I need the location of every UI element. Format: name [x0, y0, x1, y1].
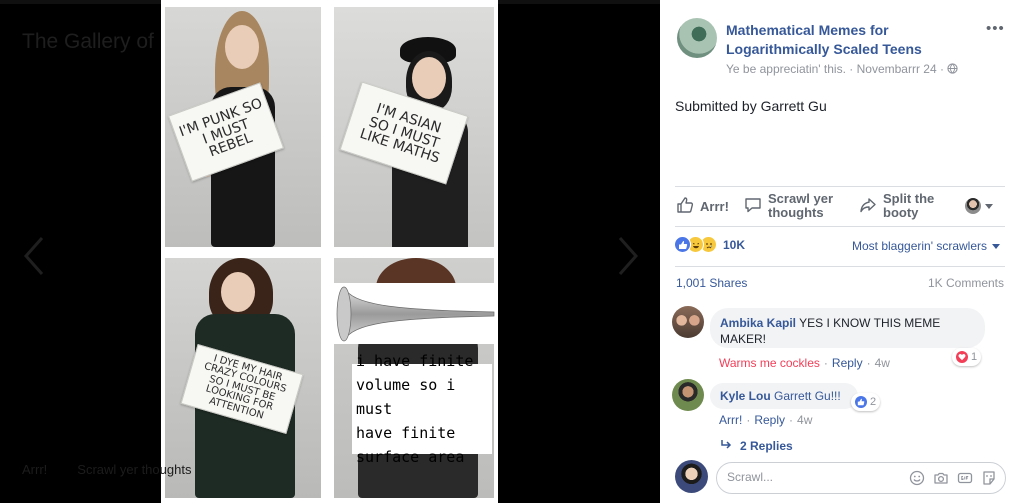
meme-panel-punk: I'M PUNK SO I MUST REBEL — [165, 7, 321, 247]
like-button[interactable]: Arrr! — [676, 196, 729, 217]
current-user-avatar[interactable] — [675, 460, 708, 493]
gif-icon[interactable] — [957, 470, 973, 486]
comment-reactions-count: 1 — [971, 351, 978, 363]
viewer-ghost-actions: Arrr! Scrawl yer thoughts — [22, 462, 191, 477]
comment-actions: Warms me cockles · Reply · 4w — [719, 356, 890, 370]
sign-finite-volume: i have finite volume so i must have fini… — [352, 352, 492, 466]
ghost-like-label: Arrr! — [22, 462, 48, 477]
commenter-avatar[interactable] — [672, 306, 704, 338]
comment-reactions-badge[interactable]: 2 — [851, 393, 881, 411]
post-meta-text: Ye be appreciatin' this. — [726, 62, 846, 76]
emoji-icon[interactable] — [909, 470, 925, 486]
comment-bubble: Ambika Kapil YES I KNOW THIS MEME MAKER! — [710, 308, 985, 348]
comment-timestamp[interactable]: 4w — [797, 413, 812, 427]
commenter-avatar[interactable] — [672, 379, 704, 411]
commenter-name-link[interactable]: Kyle Lou — [720, 389, 771, 403]
comment-actions: Arrr! · Reply · 4w — [719, 413, 813, 427]
comment-composer[interactable] — [716, 462, 1006, 494]
divider — [675, 186, 1005, 187]
comment-input[interactable] — [727, 470, 897, 484]
comment-bubble-icon — [744, 196, 762, 217]
page-name-link[interactable]: Mathematical Memes for Logarithmically S… — [726, 21, 976, 59]
reply-arrow-icon — [720, 438, 732, 453]
comment-bubble: Kyle Lou Garrett Gu!!! — [710, 383, 858, 409]
chevron-down-icon — [985, 203, 993, 209]
comment-reactions-count: 2 — [870, 396, 877, 408]
comment-sort-label: Most blaggerin' scrawlers — [852, 239, 988, 253]
thumbs-up-icon — [676, 196, 694, 217]
more-options-icon[interactable]: ••• — [986, 20, 1005, 37]
divider — [675, 226, 1005, 227]
meme-image[interactable]: I'M PUNK SO I MUST REBEL I'M ASIAN SO I … — [161, 0, 498, 503]
comment-like-link[interactable]: Arrr! — [719, 413, 742, 427]
meme-panel-asian: I'M ASIAN SO I MUST LIKE MATHS — [334, 7, 494, 247]
comment-button[interactable]: Scrawl yer thoughts — [744, 192, 840, 220]
comment-like-link[interactable]: Warms me cockles — [719, 356, 820, 370]
chevron-down-icon — [992, 243, 1001, 249]
post-body-text: Submitted by Garrett Gu — [675, 98, 827, 114]
previous-photo-arrow-icon[interactable] — [16, 226, 56, 286]
like-reaction-icon — [855, 396, 867, 408]
post-meta: Ye be appreciatin' this. · Novembarrr 24… — [726, 62, 958, 76]
comment-text: Garrett Gu!!! — [774, 389, 841, 403]
share-button-label: Split the booty — [883, 191, 935, 220]
like-reaction-icon — [674, 236, 691, 253]
composer-tools — [909, 470, 997, 486]
reactions-count: 10K — [723, 237, 746, 252]
commenter-name-link[interactable]: Ambika Kapil — [720, 316, 796, 330]
heart-reaction-icon — [956, 351, 968, 363]
view-replies-link[interactable]: 2 Replies — [720, 438, 793, 453]
comment-sort-dropdown[interactable]: Most blaggerin' scrawlers — [852, 239, 1001, 253]
shares-link[interactable]: 1,001 Shares — [676, 276, 747, 290]
like-button-label: Arrr! — [700, 198, 729, 214]
page-avatar[interactable] — [677, 18, 717, 58]
post-panel: Mathematical Memes for Logarithmically S… — [660, 0, 1022, 503]
comment-reactions-badge[interactable]: 1 — [952, 348, 982, 366]
view-replies-label: 2 Replies — [740, 438, 793, 453]
camera-icon[interactable] — [933, 470, 949, 486]
comment-reply-link[interactable]: Reply — [832, 356, 863, 370]
next-photo-arrow-icon[interactable] — [606, 226, 646, 286]
comment-timestamp[interactable]: 4w — [875, 356, 890, 370]
comment-button-label: Scrawl yer thoughts — [768, 191, 834, 220]
photo-viewer: The Gallery of Mathematical Memes I'M PU… — [0, 0, 660, 503]
divider — [675, 266, 1005, 267]
reactions-summary[interactable]: 10K — [674, 236, 745, 253]
comments-count-link[interactable]: 1K Comments — [928, 276, 1004, 290]
post-as-selector[interactable] — [965, 198, 993, 214]
ghost-comment-label: Scrawl yer thoughts — [77, 462, 192, 477]
gabriels-horn-image — [334, 283, 498, 344]
user-avatar — [965, 198, 981, 214]
comment-reply-link[interactable]: Reply — [754, 413, 785, 427]
sticker-icon[interactable] — [981, 470, 997, 486]
globe-icon — [947, 62, 958, 76]
share-button[interactable]: Split the booty — [859, 192, 945, 220]
share-arrow-icon — [859, 196, 877, 217]
post-date-link[interactable]: Novembarrr 24 — [857, 62, 937, 76]
